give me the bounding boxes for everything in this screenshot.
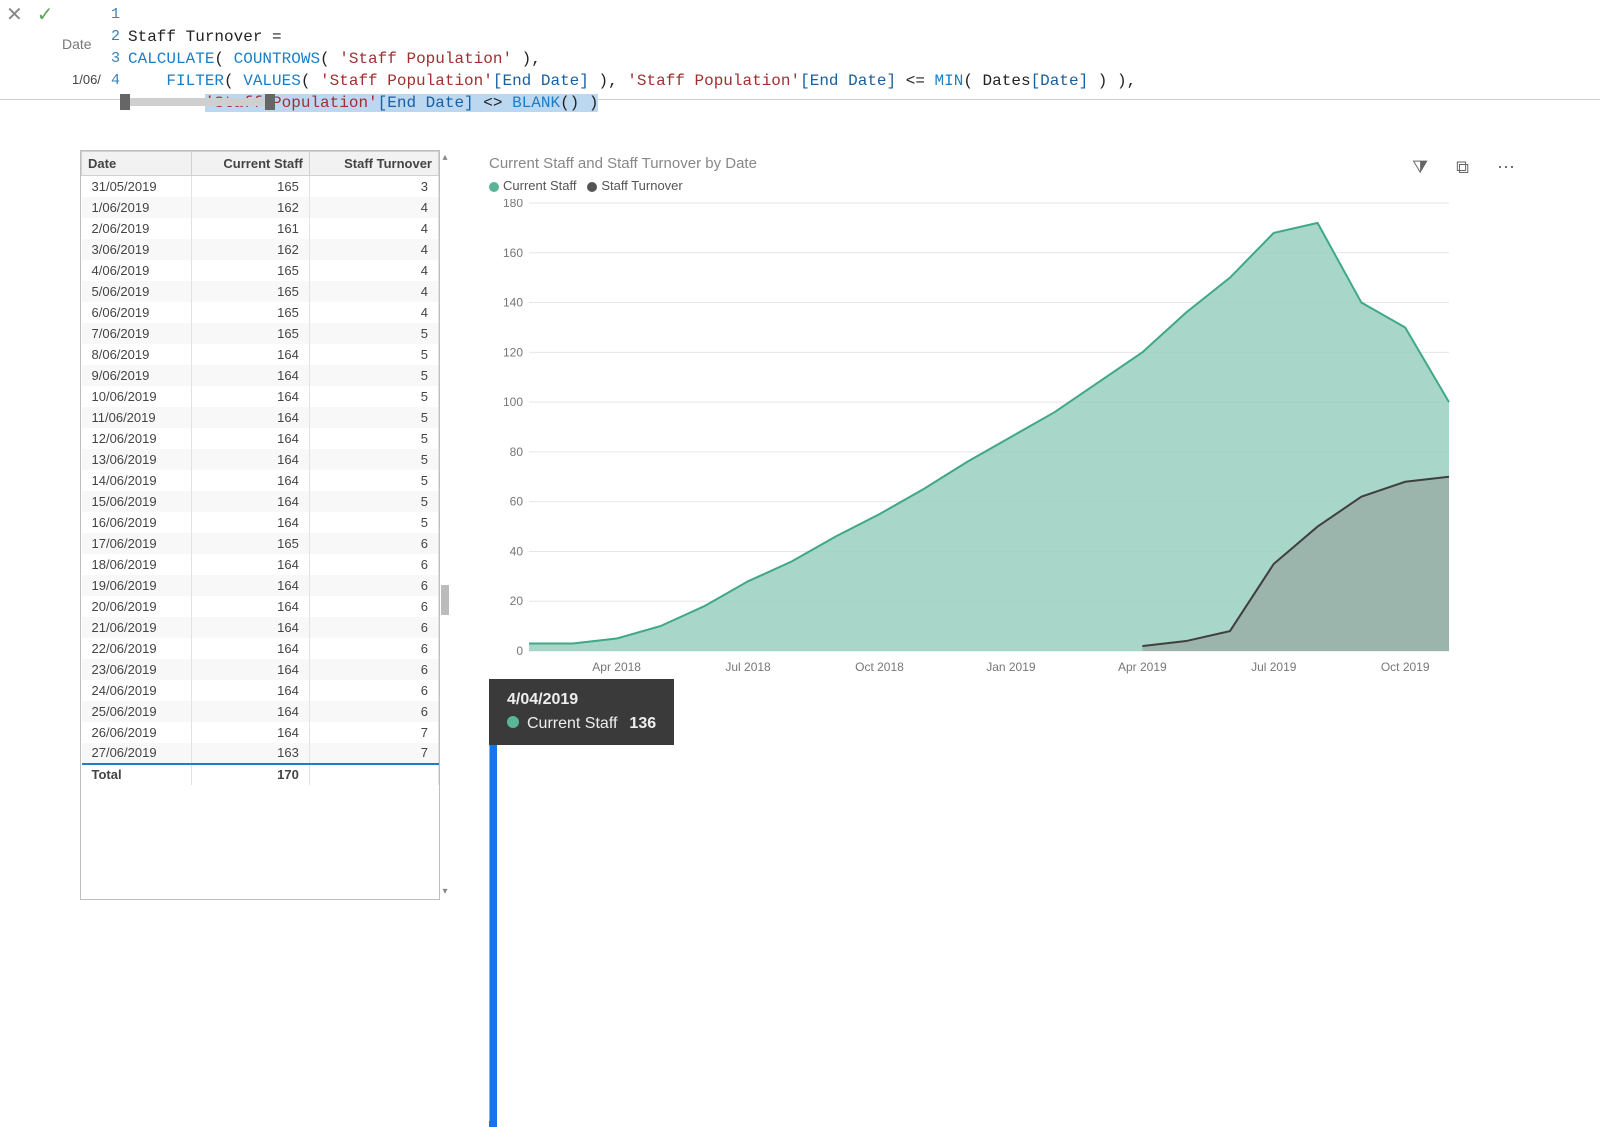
table-row[interactable]: 9/06/20191645 — [82, 365, 439, 386]
table-row[interactable]: 19/06/20191646 — [82, 575, 439, 596]
table-row[interactable]: 1/06/20191624 — [82, 197, 439, 218]
tooltip-dot-icon — [507, 716, 519, 728]
col-date[interactable]: Date — [82, 152, 192, 176]
svg-text:Jul 2018: Jul 2018 — [725, 660, 771, 674]
table-scrollbar[interactable]: ▴ ▾ — [439, 151, 451, 899]
code-token: CALCULATE — [128, 50, 214, 68]
drag-selection — [489, 679, 497, 1127]
table-row[interactable]: 3/06/20191624 — [82, 239, 439, 260]
more-options-icon[interactable]: ⋯ — [1497, 157, 1515, 178]
table-row[interactable]: 7/06/20191655 — [82, 323, 439, 344]
table-row[interactable]: 10/06/20191645 — [82, 386, 439, 407]
chevron-down-icon[interactable]: ▾ — [439, 885, 451, 899]
chart-legend: Current Staff Staff Turnover — [489, 178, 1531, 193]
svg-text:160: 160 — [503, 246, 523, 260]
table-row[interactable]: 31/05/20191653 — [82, 176, 439, 197]
svg-text:Jan 2019: Jan 2019 — [986, 660, 1036, 674]
chart-visual[interactable]: Current Staff and Staff Turnover by Date… — [480, 150, 1540, 900]
table-row[interactable]: 20/06/20191646 — [82, 596, 439, 617]
table-row[interactable]: 16/06/20191645 — [82, 512, 439, 533]
table-row[interactable]: 25/06/20191646 — [82, 701, 439, 722]
svg-text:20: 20 — [510, 594, 524, 608]
svg-text:140: 140 — [503, 296, 523, 310]
table-row[interactable]: 5/06/20191654 — [82, 281, 439, 302]
svg-text:Oct 2019: Oct 2019 — [1381, 660, 1430, 674]
table-row[interactable]: 27/06/20191637 — [82, 743, 439, 764]
svg-text:60: 60 — [510, 495, 524, 509]
table-row[interactable]: 12/06/20191645 — [82, 428, 439, 449]
line-gutter: 1 2 3 4 — [100, 4, 120, 92]
legend-dot-current-staff — [489, 182, 499, 192]
svg-text:0: 0 — [516, 644, 523, 658]
legend-dot-staff-turnover — [587, 182, 597, 192]
dax-editor[interactable]: 1 2 3 4 Staff Turnover = CALCULATE( COUN… — [100, 0, 1600, 136]
table-row[interactable]: 21/06/20191646 — [82, 617, 439, 638]
chevron-up-icon[interactable]: ▴ — [439, 151, 451, 165]
table-row[interactable]: 2/06/20191614 — [82, 218, 439, 239]
total-row: Total 170 — [82, 764, 439, 785]
hidden-column-label: Date — [62, 36, 92, 52]
chart-tooltip: 4/04/2019 Current Staff136 — [489, 679, 674, 745]
table-row[interactable]: 11/06/20191645 — [82, 407, 439, 428]
col-turnover[interactable]: Staff Turnover — [309, 152, 438, 176]
chart-title: Current Staff and Staff Turnover by Date — [489, 155, 1531, 172]
table-row[interactable]: 4/06/20191654 — [82, 260, 439, 281]
svg-text:Apr 2018: Apr 2018 — [592, 660, 641, 674]
formula-bar: ✕ ✓ Date 1/06/ 1 2 3 4 Staff Turnover = … — [0, 0, 1600, 100]
data-table[interactable]: Date Current Staff Staff Turnover 31/05/… — [80, 150, 440, 900]
svg-text:100: 100 — [503, 395, 523, 409]
focus-mode-icon[interactable]: ⧉ — [1456, 157, 1469, 178]
table-row[interactable]: 23/06/20191646 — [82, 659, 439, 680]
svg-text:40: 40 — [510, 544, 524, 558]
cancel-icon[interactable]: ✕ — [6, 2, 23, 27]
table-row[interactable]: 14/06/20191645 — [82, 470, 439, 491]
code-token: Staff Turnover = — [128, 28, 282, 46]
svg-text:Apr 2019: Apr 2019 — [1118, 660, 1167, 674]
chart-plot-area[interactable]: 0 20 40 60 80 100 120 140 160 180 Apr 2018 Jul 2018… — [489, 199, 1459, 679]
svg-text:Oct 2018: Oct 2018 — [855, 660, 904, 674]
filter-icon[interactable]: ⧩ — [1412, 157, 1428, 178]
hidden-column-value: 1/06/ — [72, 72, 101, 87]
table-row[interactable]: 17/06/20191656 — [82, 533, 439, 554]
table-row[interactable]: 8/06/20191645 — [82, 344, 439, 365]
horizontal-scrollbar[interactable] — [120, 98, 275, 106]
table-row[interactable]: 13/06/20191645 — [82, 449, 439, 470]
svg-text:Jul 2019: Jul 2019 — [1251, 660, 1297, 674]
svg-text:120: 120 — [503, 345, 523, 359]
table-row[interactable]: 18/06/20191646 — [82, 554, 439, 575]
svg-text:80: 80 — [510, 445, 524, 459]
table-row[interactable]: 15/06/20191645 — [82, 491, 439, 512]
svg-text:180: 180 — [503, 199, 523, 210]
table-row[interactable]: 24/06/20191646 — [82, 680, 439, 701]
col-current[interactable]: Current Staff — [191, 152, 309, 176]
table-row[interactable]: 6/06/20191654 — [82, 302, 439, 323]
commit-icon[interactable]: ✓ — [37, 2, 54, 27]
table-row[interactable]: 26/06/20191647 — [82, 722, 439, 743]
table-row[interactable]: 22/06/20191646 — [82, 638, 439, 659]
hover-guide-line — [489, 679, 490, 1121]
